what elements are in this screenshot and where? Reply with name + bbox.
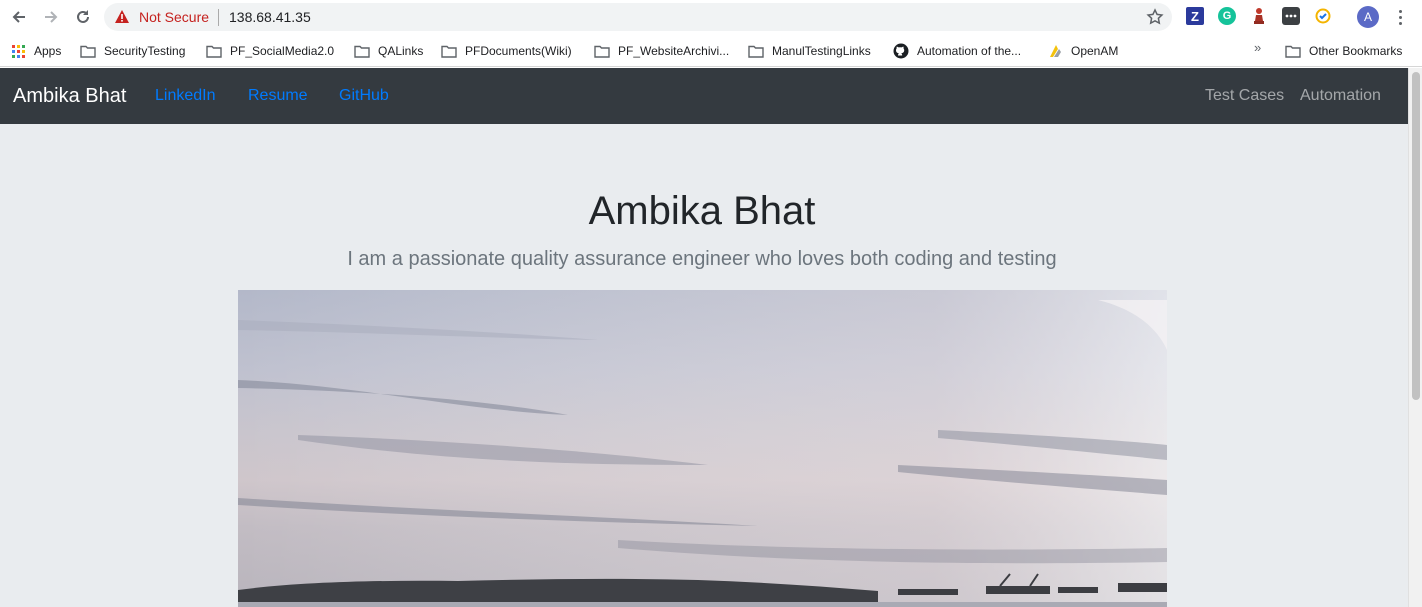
bookmark-apps[interactable]: Apps: [12, 40, 61, 62]
bookmark-pf-socialmedia[interactable]: PF_SocialMedia2.0: [206, 40, 334, 62]
bookmark-star-icon[interactable]: [1146, 8, 1164, 26]
page-content: Ambika Bhat LinkedIn Resume GitHub Test …: [0, 68, 1408, 607]
bookmark-label: PF_SocialMedia2.0: [230, 44, 335, 58]
bookmark-label: ManulTestingLinks: [772, 44, 871, 58]
bookmark-pf-websitearchiving[interactable]: PF_WebsiteArchivi...: [594, 40, 729, 62]
forward-button[interactable]: [38, 5, 64, 29]
grammarly-extension-icon[interactable]: G: [1218, 7, 1236, 25]
nav-link-github[interactable]: GitHub: [339, 87, 389, 105]
site-navbar: Ambika Bhat LinkedIn Resume GitHub Test …: [0, 68, 1408, 124]
nav-link-test-cases[interactable]: Test Cases: [1205, 87, 1284, 105]
folder-icon: [748, 45, 764, 58]
bookmark-securitytesting[interactable]: SecurityTesting: [80, 40, 185, 62]
not-secure-label[interactable]: Not Secure: [139, 9, 209, 25]
folder-icon: [594, 45, 610, 58]
bookmark-pfdocuments[interactable]: PFDocuments(Wiki): [441, 40, 572, 62]
bookmark-label: OpenAM: [1071, 44, 1119, 58]
bookmark-label: SecurityTesting: [104, 44, 186, 58]
nav-link-linkedin[interactable]: LinkedIn: [155, 87, 216, 105]
pawn-extension-icon[interactable]: [1250, 7, 1268, 25]
bookmark-openam[interactable]: OpenAM: [1047, 40, 1118, 62]
hero-title: Ambika Bhat: [588, 189, 816, 233]
back-arrow-icon: [12, 11, 25, 23]
forward-arrow-icon: [45, 11, 58, 23]
folder-icon: [80, 45, 96, 58]
bookmark-manultestinglinks[interactable]: ManulTestingLinks: [748, 40, 871, 62]
reload-button[interactable]: [70, 5, 96, 29]
hero-sunset-photo: [238, 290, 1167, 607]
openam-icon: [1050, 45, 1061, 57]
bookmarks-overflow-chevron-icon[interactable]: »: [1254, 40, 1261, 55]
navbar-brand[interactable]: Ambika Bhat: [13, 85, 126, 108]
bookmark-automation[interactable]: Automation of the...: [893, 40, 1021, 62]
hero-lead: I am a passionate quality assurance engi…: [347, 248, 1057, 270]
address-bar[interactable]: Not Secure 138.68.41.35: [104, 3, 1172, 31]
bookmark-label: PFDocuments(Wiki): [465, 44, 572, 58]
folder-icon: [441, 45, 457, 58]
reload-icon: [77, 10, 89, 23]
warning-triangle-icon: [115, 10, 129, 23]
browser-menu-icon[interactable]: [1390, 7, 1410, 27]
folder-icon: [1285, 45, 1301, 58]
browser-toolbar: Not Secure 138.68.41.35 Z G A: [0, 0, 1422, 35]
apps-grid-icon: [12, 44, 25, 58]
bookmark-label: Apps: [34, 44, 62, 58]
colorful-extension-icon[interactable]: [1314, 7, 1332, 25]
back-button[interactable]: [6, 5, 32, 29]
dots-extension-icon[interactable]: [1282, 7, 1300, 25]
address-divider: [218, 9, 219, 26]
bookmark-label: QALinks: [378, 44, 424, 58]
bookmark-other-bookmarks[interactable]: Other Bookmarks: [1285, 40, 1402, 62]
bookmarks-bar: Apps SecurityTesting PF_SocialMedia2.0 Q…: [0, 35, 1422, 67]
folder-icon: [354, 45, 370, 58]
nav-link-resume[interactable]: Resume: [248, 87, 308, 105]
profile-avatar[interactable]: A: [1357, 6, 1379, 28]
bookmark-qalinks[interactable]: QALinks: [354, 40, 423, 62]
folder-icon: [206, 45, 222, 58]
scrollbar-thumb[interactable]: [1412, 72, 1420, 400]
page-scrollbar[interactable]: [1408, 68, 1422, 607]
nav-link-automation[interactable]: Automation: [1300, 87, 1381, 105]
github-icon: [893, 43, 909, 59]
bookmark-label: Other Bookmarks: [1309, 44, 1403, 58]
bookmark-label: Automation of the...: [917, 44, 1022, 58]
url-text[interactable]: 138.68.41.35: [229, 9, 311, 25]
bookmark-label: PF_WebsiteArchivi...: [618, 44, 730, 58]
zotero-extension-icon[interactable]: Z: [1186, 7, 1204, 25]
